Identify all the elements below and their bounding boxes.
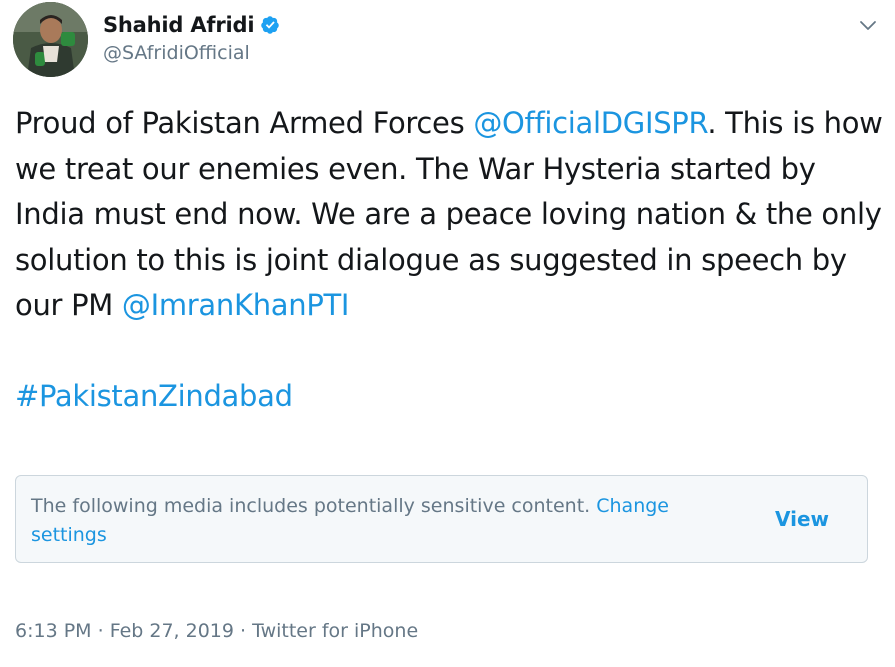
meta-separator: ·	[91, 620, 110, 642]
verified-badge-icon	[260, 15, 280, 35]
tweet-source: Twitter for iPhone	[252, 620, 419, 642]
user-handle[interactable]: @SAfridiOfficial	[103, 42, 280, 64]
tweet: Shahid Afridi @SAfridiOfficial Proud of …	[0, 0, 895, 667]
meta-separator: ·	[233, 620, 253, 642]
tweet-time[interactable]: 6:13 PM	[15, 620, 92, 642]
mention-imrankhanpti[interactable]: @ImranKhanPTI	[122, 288, 350, 322]
tweet-text-segment: Proud of Pakistan Armed Forces	[15, 106, 474, 140]
mention-officialdgispr[interactable]: @OfficialDGISPR	[473, 106, 707, 140]
sensitive-notice-message: The following media includes potentially…	[31, 495, 597, 517]
tweet-text: Proud of Pakistan Armed Forces @Official…	[15, 101, 885, 419]
hashtag-link[interactable]: #PakistanZindabad	[15, 379, 293, 413]
display-name-row: Shahid Afridi	[103, 10, 280, 40]
avatar-photo-icon	[13, 2, 88, 77]
tweet-meta: 6:13 PM · Feb 27, 2019 · Twitter for iPh…	[15, 620, 418, 642]
sensitive-notice-text: The following media includes potentially…	[31, 492, 711, 550]
chevron-down-icon[interactable]	[857, 14, 879, 36]
tweet-paragraph: Proud of Pakistan Armed Forces @Official…	[15, 101, 885, 329]
view-button[interactable]: View	[775, 507, 829, 531]
avatar[interactable]	[13, 2, 88, 77]
tweet-date[interactable]: Feb 27, 2019	[110, 620, 234, 642]
display-name[interactable]: Shahid Afridi	[103, 13, 255, 37]
hashtag-paragraph: #PakistanZindabad	[15, 374, 885, 420]
sensitive-media-notice: The following media includes potentially…	[15, 475, 868, 563]
author-block[interactable]: Shahid Afridi @SAfridiOfficial	[103, 10, 280, 64]
